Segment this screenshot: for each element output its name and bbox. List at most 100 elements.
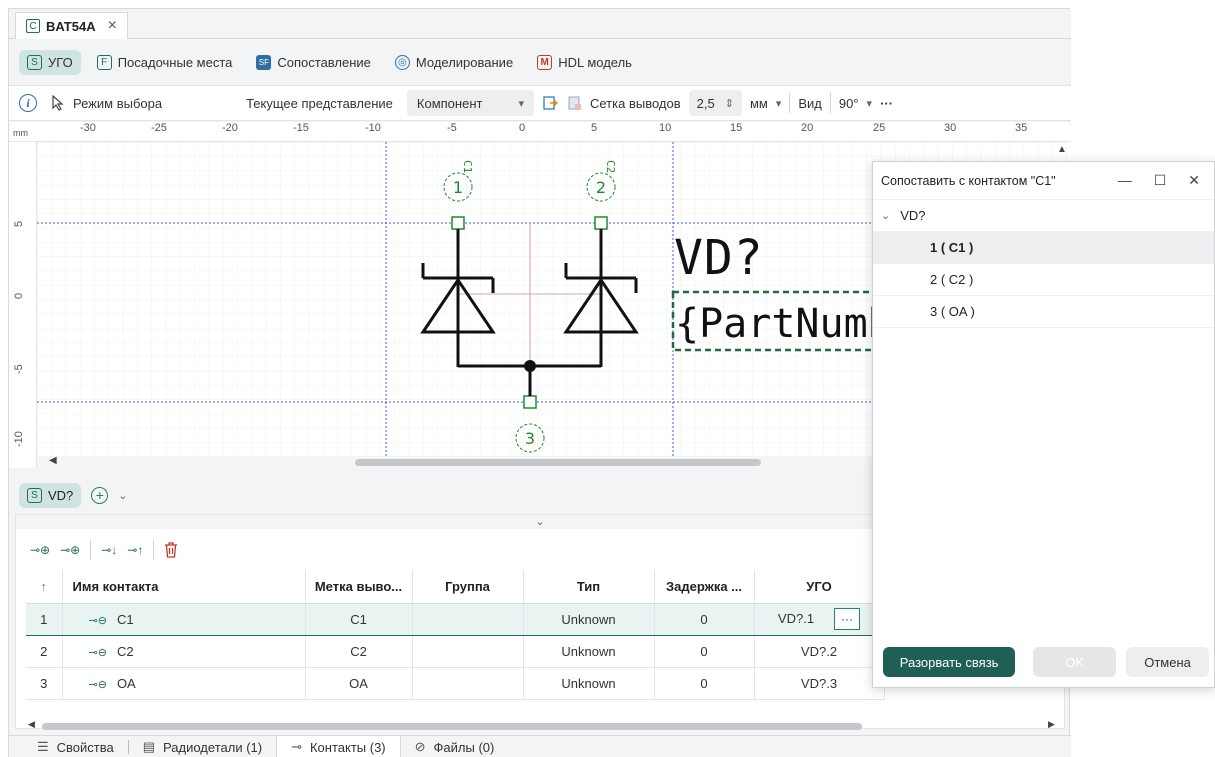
unit-select[interactable]: мм xyxy=(750,96,768,111)
table-row[interactable]: 1 ⊸⊖ C1 C1 Unknown 0 VD?.1 ··· xyxy=(26,602,885,636)
cancel-button[interactable]: Отмена xyxy=(1126,647,1209,677)
sort-indicator[interactable]: ↑ xyxy=(26,570,63,604)
pin-grid-input[interactable]: 2,5 ⇕ xyxy=(688,90,742,116)
editor-tabs: S УГО F Посадочные места SF Сопоставлени… xyxy=(9,40,1071,84)
spinner-icon[interactable]: ⇕ xyxy=(725,97,734,110)
scroll-thumb[interactable] xyxy=(355,459,761,466)
document-tab[interactable]: C BAT54A × xyxy=(15,12,128,39)
tab-label: Контакты (3) xyxy=(309,739,386,755)
tab-hdl-model[interactable]: M HDL модель xyxy=(529,50,640,75)
ugo-cell[interactable]: VD?.3 xyxy=(754,667,885,700)
selection-mode-button[interactable]: Режим выбора xyxy=(73,96,162,111)
chevron-down-icon[interactable]: ⌄ xyxy=(118,489,127,502)
maximize-icon[interactable]: ☐ xyxy=(1154,172,1167,189)
row-number: 3 xyxy=(26,667,63,700)
ruler-tick: -10 xyxy=(13,431,25,447)
column-header[interactable]: УГО xyxy=(754,570,885,604)
tab-footprints[interactable]: F Посадочные места xyxy=(89,50,241,75)
pin-2[interactable] xyxy=(594,216,608,230)
move-down-icon[interactable]: ⊸↓ xyxy=(101,543,117,557)
close-icon[interactable]: × xyxy=(108,17,117,35)
tab-ugo[interactable]: S УГО xyxy=(19,49,81,75)
pin-label-cell[interactable]: C1 xyxy=(305,602,413,636)
type-cell[interactable]: Unknown xyxy=(523,667,655,700)
tree-item[interactable]: 1 ( C1 ) xyxy=(873,232,1214,264)
pin-label-cell[interactable]: OA xyxy=(305,667,413,700)
view-button[interactable]: Вид xyxy=(798,96,822,111)
delay-cell[interactable]: 0 xyxy=(654,635,755,668)
tree-root-item[interactable]: ⌄ VD? xyxy=(873,200,1214,232)
junction-dot xyxy=(524,360,536,372)
move-up-icon[interactable]: ⊸↑ xyxy=(127,543,143,557)
scroll-left-icon[interactable]: ◀ xyxy=(28,719,35,730)
column-header[interactable]: Метка выво... xyxy=(305,570,413,604)
scroll-left-icon[interactable]: ◀ xyxy=(49,455,57,466)
row-number: 1 xyxy=(26,602,63,636)
tree-item[interactable]: 3 ( OA ) xyxy=(873,296,1214,328)
chevron-down-icon: ▾ xyxy=(518,97,524,110)
tree-item[interactable]: 2 ( C2 ) xyxy=(873,264,1214,296)
tab-contacts[interactable]: ⊸ Контакты (3) xyxy=(276,735,401,757)
tab-files[interactable]: ⊘ Файлы (0) xyxy=(401,736,509,757)
delete-icon[interactable] xyxy=(164,542,178,558)
contact-name-cell[interactable]: ⊸⊖ C1 xyxy=(62,602,306,636)
column-header[interactable]: Тип xyxy=(523,570,655,604)
pin-number: 2 xyxy=(596,178,606,197)
tab-simulation[interactable]: ◎ Моделирование xyxy=(387,50,521,75)
column-header[interactable]: Имя контакта xyxy=(62,570,306,604)
ok-button[interactable]: OK xyxy=(1033,647,1117,677)
delay-cell[interactable]: 0 xyxy=(654,602,755,636)
table-row[interactable]: 2 ⊸⊖ C2 C2 Unknown 0 VD?.2 xyxy=(26,635,885,668)
ugo-cell[interactable]: VD?.2 xyxy=(754,635,885,668)
import-icon[interactable] xyxy=(566,95,582,111)
table-row[interactable]: 3 ⊸⊖ OA OA Unknown 0 VD?.3 xyxy=(26,667,885,700)
ruler-tick: -25 xyxy=(151,122,167,134)
map-contact-dialog: Сопоставить с контактом "C1" — ☐ ✕ ⌄ VD?… xyxy=(872,161,1215,688)
unlink-button[interactable]: Разорвать связь xyxy=(883,647,1016,677)
contact-name-cell[interactable]: ⊸⊖ C2 xyxy=(62,635,306,668)
ruler-tick: -30 xyxy=(80,122,96,134)
pin-1[interactable] xyxy=(451,216,465,230)
view-select[interactable]: Компонент ▾ xyxy=(406,90,534,116)
ruler-tick: 25 xyxy=(873,122,886,134)
tab-properties[interactable]: ☰ Свойства xyxy=(23,736,128,757)
designator-text[interactable]: VD? xyxy=(674,230,764,286)
chip-icon: ▤ xyxy=(142,739,156,754)
contact-name-cell[interactable]: ⊸⊖ OA xyxy=(62,667,306,700)
group-cell[interactable] xyxy=(412,635,524,668)
group-cell[interactable] xyxy=(412,602,524,636)
chevron-down-icon[interactable]: ▾ xyxy=(867,97,873,110)
horizontal-scrollbar[interactable]: ◀ xyxy=(37,455,877,468)
type-cell[interactable]: Unknown xyxy=(523,635,655,668)
type-cell[interactable]: Unknown xyxy=(523,602,655,636)
minimize-icon[interactable]: — xyxy=(1118,172,1132,189)
column-header[interactable]: Группа xyxy=(412,570,524,604)
ruler-left: 5 0 -5 -10 xyxy=(9,142,37,468)
view-label: Текущее представление xyxy=(246,95,393,111)
tab-components[interactable]: ▤ Радиодетали (1) xyxy=(129,736,276,757)
tab-mapping[interactable]: SF Сопоставление xyxy=(248,50,379,75)
table-horizontal-scrollbar[interactable] xyxy=(42,723,862,730)
scroll-up-icon[interactable]: ▲ xyxy=(1057,144,1067,155)
more-icon[interactable]: ··· xyxy=(880,96,893,111)
add-symbol-icon[interactable]: + xyxy=(91,486,109,504)
info-icon[interactable]: i xyxy=(19,94,37,112)
pin-label-cell[interactable]: C2 xyxy=(305,635,413,668)
ugo-more-button[interactable]: ··· xyxy=(834,608,861,630)
pin-3[interactable] xyxy=(523,395,537,409)
add-pin-icon[interactable]: ⊸⊕ xyxy=(30,543,50,557)
chevron-down-icon[interactable]: ⌄ xyxy=(881,209,890,222)
export-icon[interactable] xyxy=(542,95,558,111)
rotation-select[interactable]: 90° xyxy=(839,96,859,111)
scroll-right-icon[interactable]: ▶ xyxy=(1048,719,1055,730)
tab-label: Файлы (0) xyxy=(433,739,495,755)
group-cell[interactable] xyxy=(412,667,524,700)
symbol-chip[interactable]: S VD? xyxy=(19,482,82,508)
column-header[interactable]: Задержка ... xyxy=(654,570,755,604)
delay-cell[interactable]: 0 xyxy=(654,667,755,700)
ugo-cell[interactable]: VD?.1 ··· xyxy=(754,602,885,636)
close-icon[interactable]: ✕ xyxy=(1188,172,1200,189)
tab-label: HDL модель xyxy=(558,54,632,70)
add-pins-icon[interactable]: ⊸⊕ xyxy=(60,543,80,557)
chevron-down-icon[interactable]: ▾ xyxy=(776,97,782,110)
